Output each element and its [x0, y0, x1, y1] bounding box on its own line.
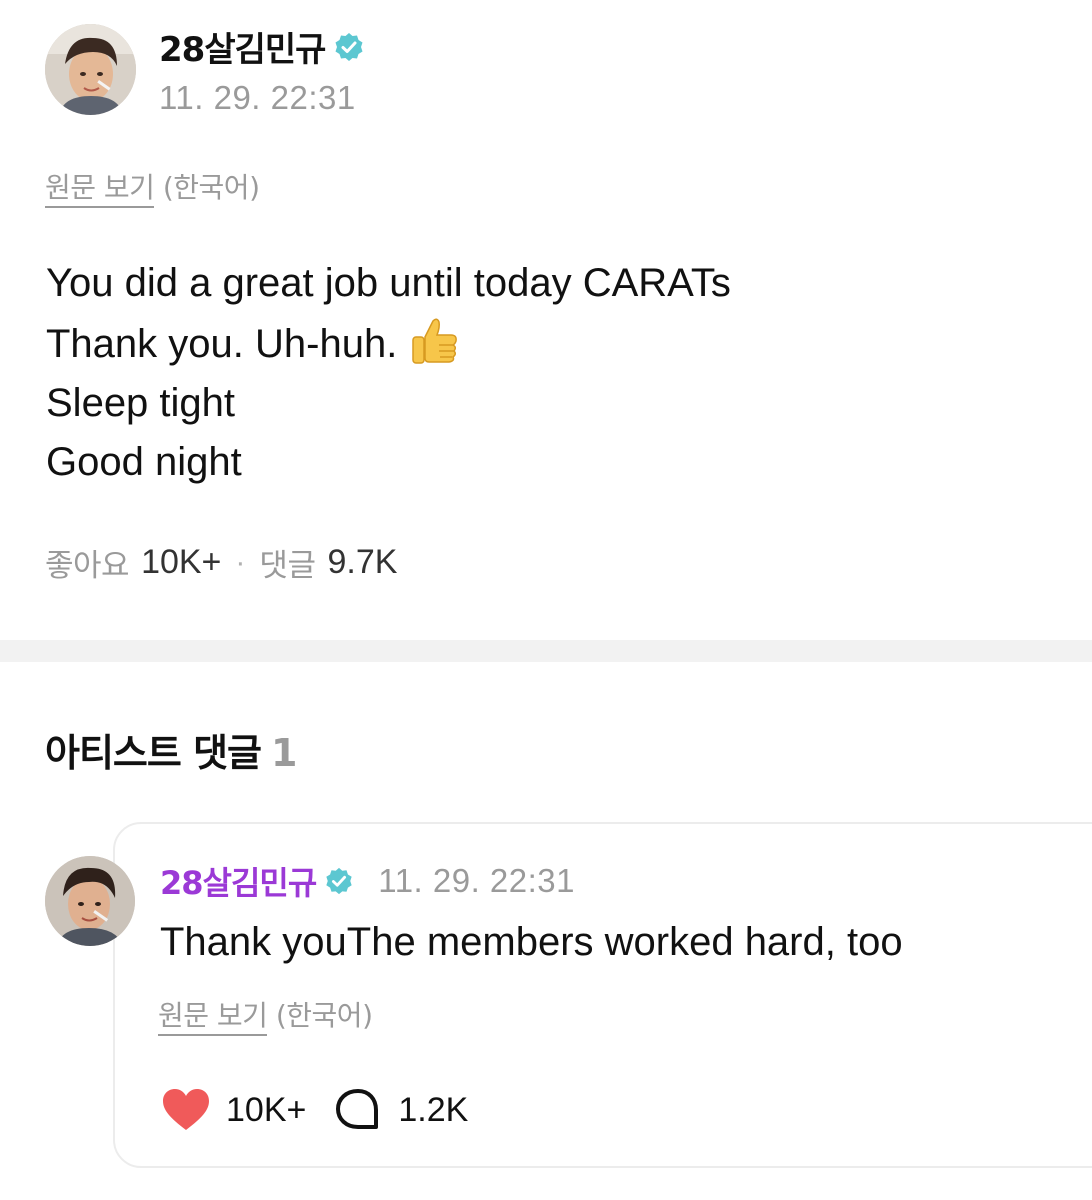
post-line: Sleep tight [46, 381, 236, 425]
comment-view-original-link[interactable]: 원문 보기 [158, 999, 268, 1036]
thumbs-up-icon [412, 318, 458, 364]
verified-badge-icon [335, 32, 363, 61]
section-divider [0, 640, 1092, 662]
comment-original-link-row: 원문 보기 (한국어) [158, 994, 373, 1036]
speech-bubble-icon[interactable] [332, 1084, 384, 1136]
comment-reply-count: 1.2K [398, 1090, 469, 1129]
author-name[interactable]: 28살김민규 [159, 22, 326, 71]
post-line-with-emoji: Thank you. Uh-huh. [46, 313, 731, 374]
likes-label: 좋아요 [45, 548, 130, 584]
comment-author-name[interactable]: 28살김민규 [160, 858, 317, 904]
post-stats: 좋아요 10K+ · 댓글 9.7K [45, 540, 397, 585]
like-button[interactable]: 10K+ [160, 1084, 306, 1136]
comment-original-language: (한국어) [275, 999, 373, 1032]
avatar-image [45, 24, 136, 115]
artist-comments-count: 1 [271, 731, 297, 775]
reply-button[interactable]: 1.2K [332, 1084, 468, 1136]
heart-icon[interactable] [160, 1084, 212, 1136]
view-original-link[interactable]: 원문 보기 [45, 171, 155, 208]
comment-timestamp: 11. 29. 22:31 [378, 862, 576, 899]
comments-label: 댓글 [259, 548, 316, 584]
post-body: You did a great job until today CARATs T… [46, 254, 731, 492]
author-block: 28살김민규 11. 29. 22:31 [159, 22, 365, 117]
verified-badge-icon [326, 867, 352, 895]
original-link-row: 원문 보기 (한국어) [45, 166, 260, 208]
comment-avatar-image [45, 856, 135, 946]
comment-header: 28살김민규 11. 29. 22:31 [160, 858, 575, 904]
post-line: Thank you. Uh-huh. [46, 322, 398, 366]
post-line: You did a great job until today CARATs [46, 261, 731, 305]
author-row: 28살김민규 [159, 22, 365, 71]
post-header: 28살김민규 11. 29. 22:31 [45, 22, 365, 117]
likes-count[interactable]: 10K+ [141, 543, 221, 582]
post-timestamp: 11. 29. 22:31 [159, 79, 356, 116]
post-line: Good night [46, 440, 242, 484]
section-title-text: 아티스트 댓글 [45, 731, 262, 775]
comment-author-avatar[interactable] [45, 856, 135, 946]
comments-count[interactable]: 9.7K [327, 543, 397, 582]
original-language: (한국어) [162, 171, 260, 204]
comment-like-count: 10K+ [226, 1090, 307, 1129]
stats-separator: · [235, 545, 246, 579]
comment-text: Thank youThe members worked hard, too [160, 920, 903, 964]
artist-comments-title: 아티스트 댓글 1 [45, 722, 297, 777]
comment-actions: 10K+ 1.2K [160, 1084, 468, 1136]
author-avatar[interactable] [45, 24, 136, 115]
